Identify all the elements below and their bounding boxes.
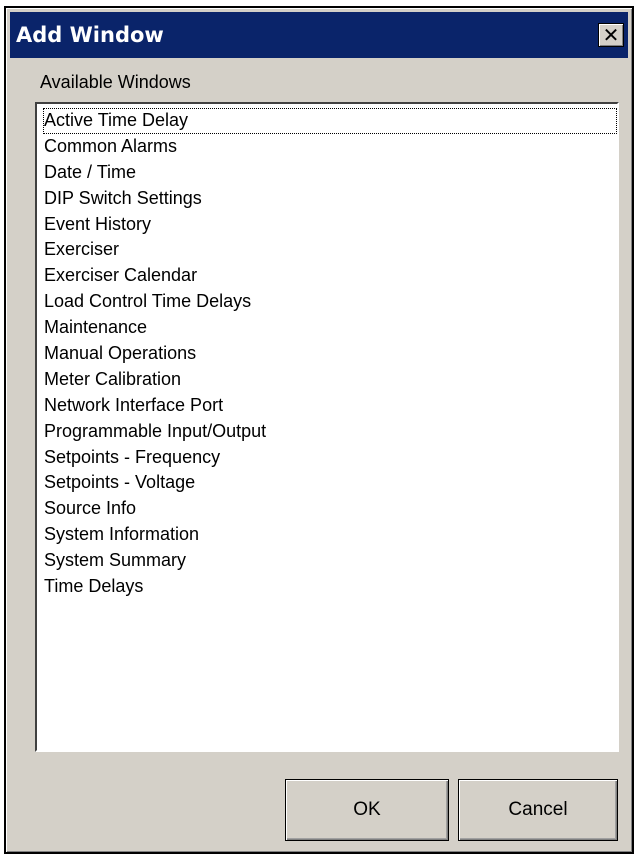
list-item[interactable]: Programmable Input/Output [43,419,617,445]
cancel-button[interactable]: Cancel [458,779,618,841]
list-item[interactable]: Load Control Time Delays [43,289,617,315]
list-item[interactable]: DIP Switch Settings [43,186,617,212]
list-item[interactable]: System Information [43,522,617,548]
ok-button[interactable]: OK [285,779,449,841]
list-item[interactable]: Time Delays [43,574,617,600]
list-item[interactable]: Event History [43,212,617,238]
available-windows-label: Available Windows [40,72,191,92]
list-item[interactable]: Active Time Delay [43,108,617,134]
list-item[interactable]: Source Info [43,496,617,522]
close-button[interactable]: ✕ [598,23,624,47]
list-item[interactable]: Exerciser [43,237,617,263]
list-item[interactable]: Maintenance [43,315,617,341]
list-item[interactable]: Setpoints - Voltage [43,470,617,496]
close-icon: ✕ [602,23,620,47]
list-item[interactable]: Meter Calibration [43,367,617,393]
list-item[interactable]: Common Alarms [43,134,617,160]
add-window-dialog: Add Window ✕ Available Windows Active Ti… [4,6,634,854]
list-item[interactable]: Exerciser Calendar [43,263,617,289]
list-item[interactable]: Date / Time [43,160,617,186]
list-item[interactable]: Setpoints - Frequency [43,445,617,471]
available-windows-list[interactable]: Active Time Delay Common Alarms Date / Tim… [35,102,619,752]
list-item[interactable]: Manual Operations [43,341,617,367]
dialog-title: Add Window [16,23,164,47]
title-bar[interactable]: Add Window ✕ [10,12,628,58]
list-item[interactable]: System Summary [43,548,617,574]
list-item[interactable]: Network Interface Port [43,393,617,419]
